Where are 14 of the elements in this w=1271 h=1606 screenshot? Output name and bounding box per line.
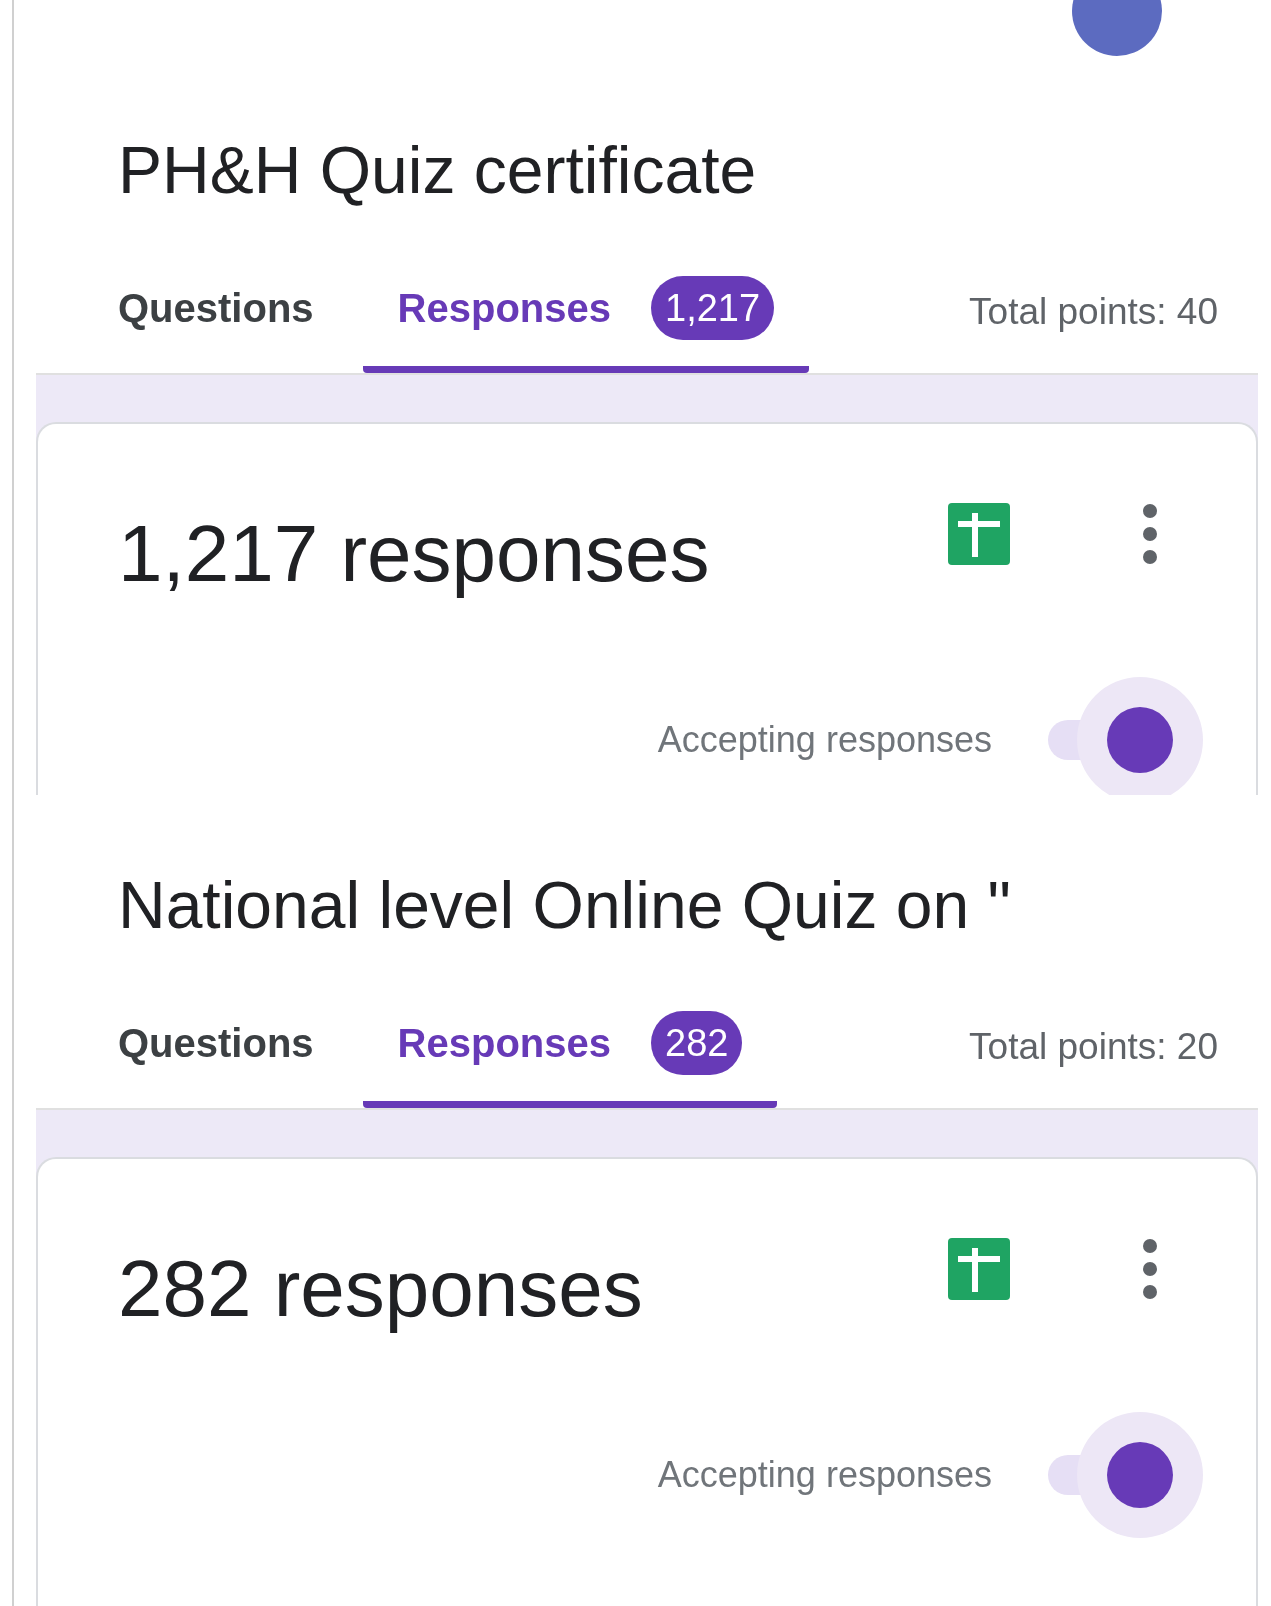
count-badge: 282: [651, 1011, 743, 1075]
total-points: Total points: 40: [969, 289, 1218, 334]
tab[interactable]: Questions: [118, 250, 363, 373]
spreadsheet-icon[interactable]: [948, 1238, 1010, 1300]
more-options-icon[interactable]: [1140, 1238, 1160, 1300]
more-options-icon[interactable]: [1140, 503, 1160, 565]
total-points: Total points: 20: [969, 1024, 1218, 1069]
tab[interactable]: Questions: [118, 985, 363, 1108]
form-title: National level Online Quiz on ": [118, 867, 1011, 944]
count-badge: 1,217: [651, 276, 775, 340]
form-title: PH&H Quiz certificate: [118, 132, 757, 209]
accepting-label: Accepting responses: [657, 1453, 992, 1497]
spreadsheet-icon[interactable]: [948, 503, 1010, 565]
accepting-label: Accepting responses: [657, 718, 992, 762]
